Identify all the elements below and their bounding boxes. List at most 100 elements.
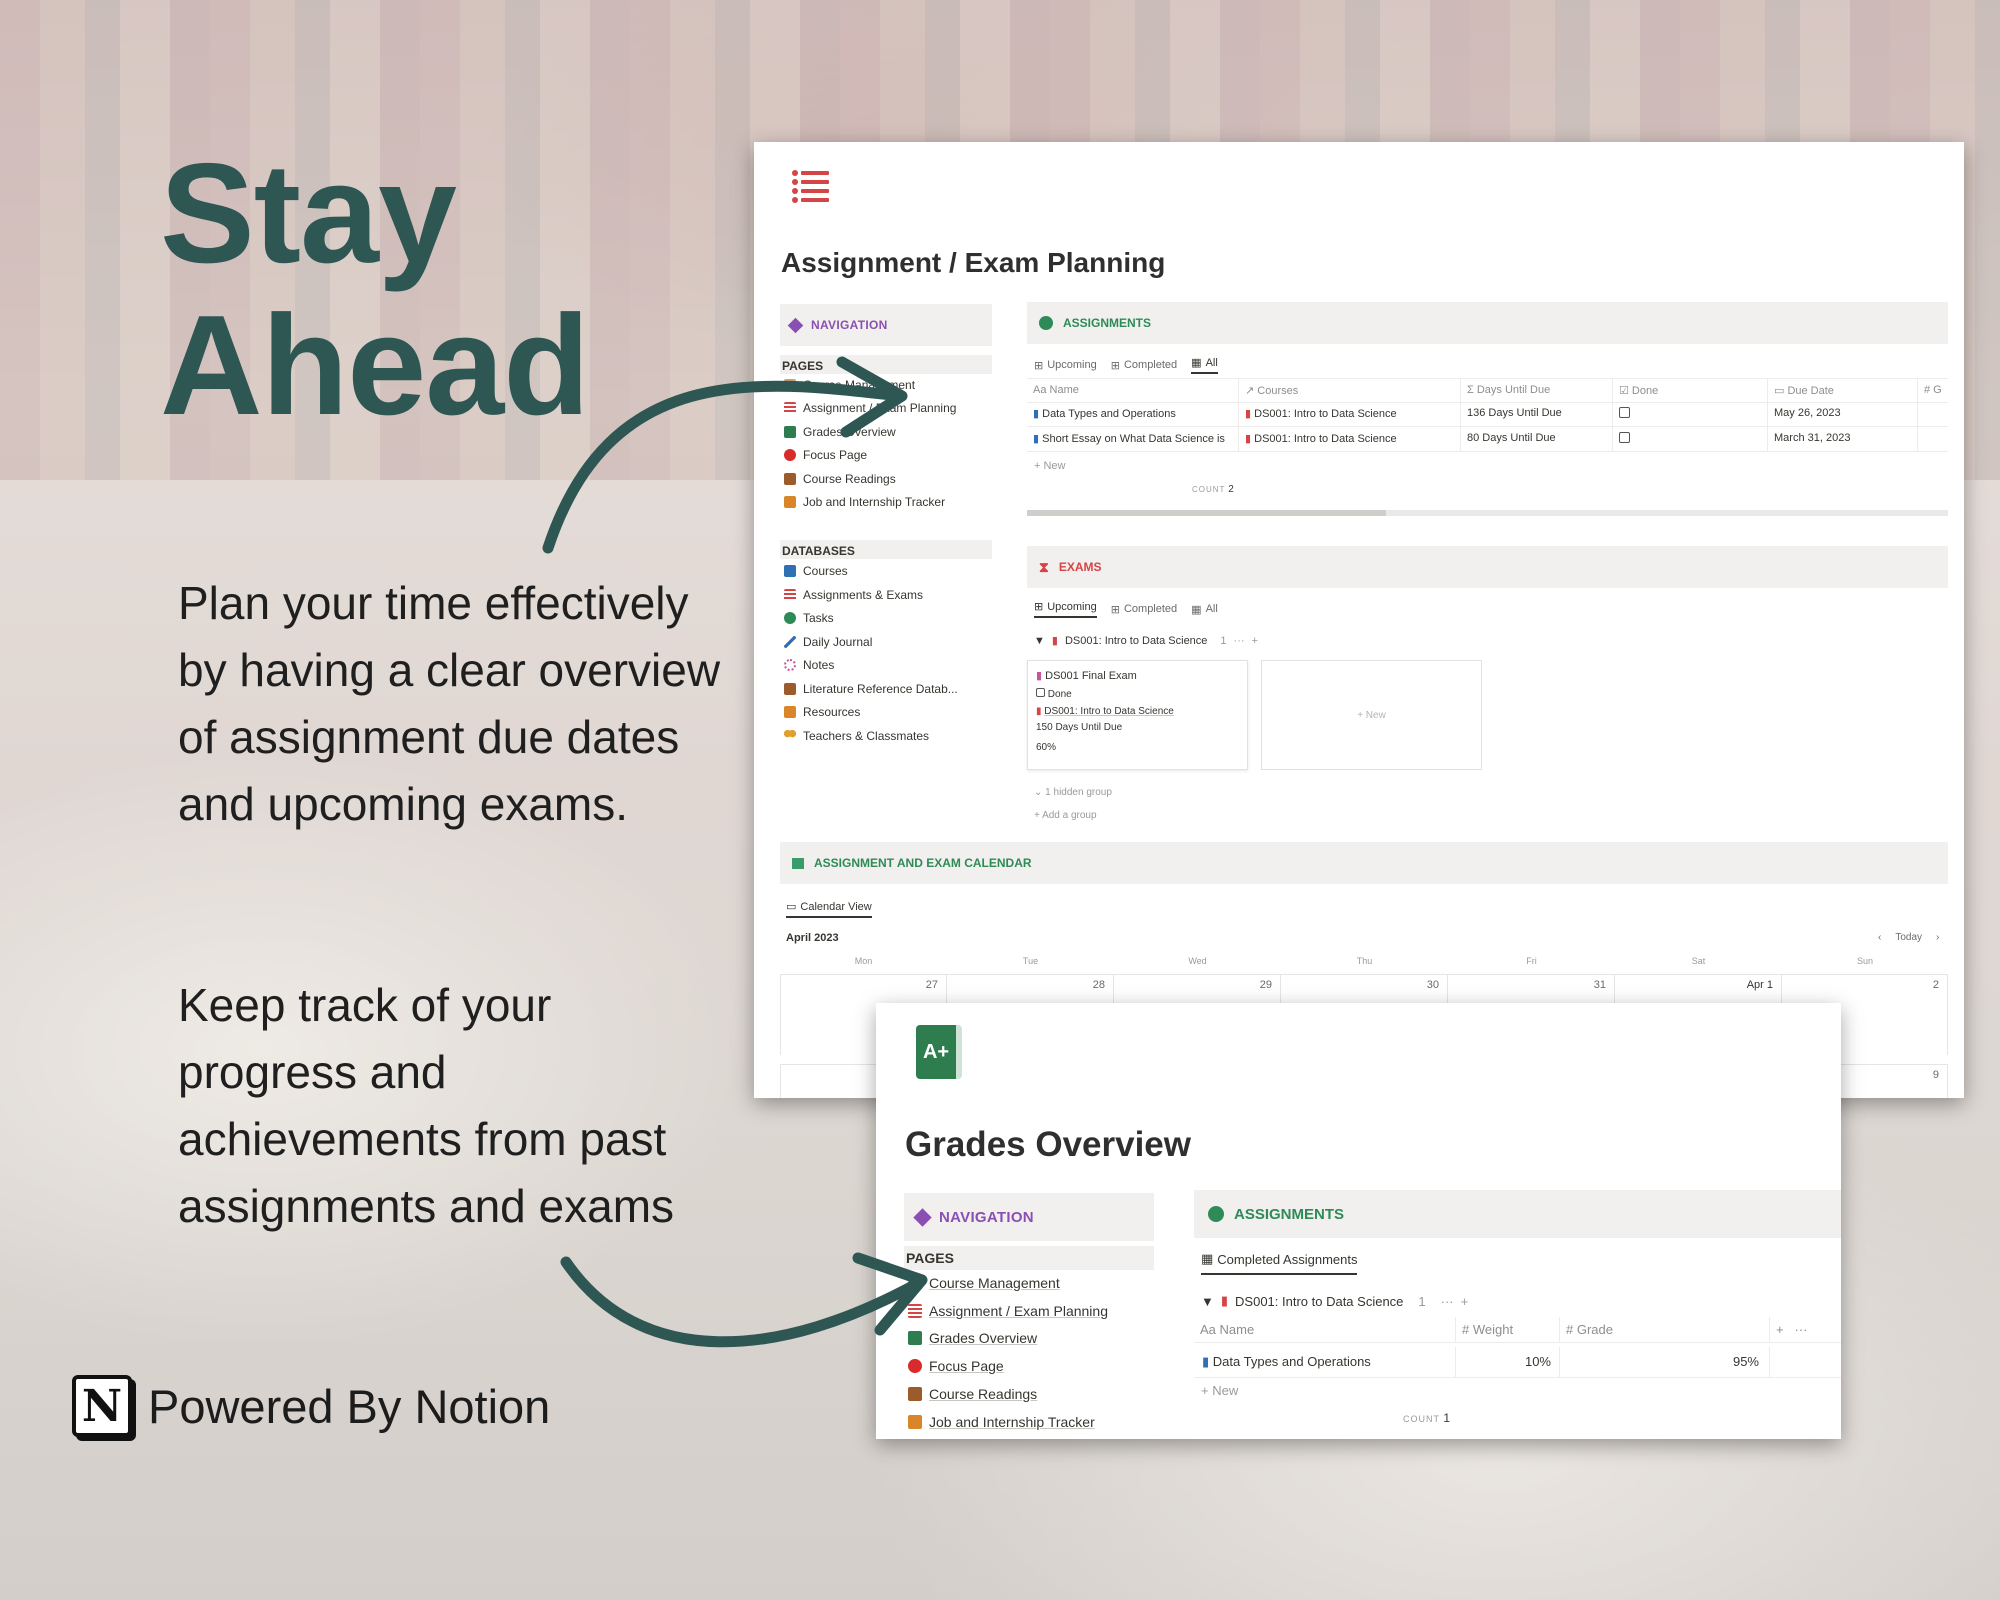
page-title: Grades Overview (905, 1125, 1191, 1164)
exam-group-header[interactable]: ▼ ▮ DS001: Intro to Data Science 1 ··· + (1034, 634, 1258, 648)
table-row[interactable]: ▮ Data Types and Operations ▮ DS001: Int… (1027, 402, 1948, 427)
new-card-button[interactable]: + New (1261, 660, 1482, 770)
tab-upcoming[interactable]: ⊞ Upcoming (1034, 356, 1097, 374)
sidebar-db-tasks[interactable]: Tasks (784, 611, 834, 625)
done-checkbox[interactable] (1036, 688, 1045, 697)
red-book-icon: ▮ (1036, 706, 1042, 717)
tab-completed[interactable]: ⊞ Completed (1111, 600, 1177, 618)
today-button[interactable]: Today (1895, 932, 1922, 943)
tab-label: Calendar View (800, 900, 872, 913)
sidebar-page-course-readings[interactable]: Course Readings (908, 1386, 1037, 1402)
tab-completed-assignments[interactable]: ▦ Completed Assignments (1201, 1251, 1358, 1275)
table-icon: ▦ (1191, 357, 1202, 369)
calendar-tabs: ▭ Calendar View (786, 900, 872, 918)
more-icon[interactable]: ··· (1794, 1322, 1807, 1337)
sidebar-page-course-readings[interactable]: Course Readings (784, 472, 896, 486)
plus-icon[interactable]: + (1776, 1322, 1784, 1337)
group-name: DS001: Intro to Data Science (1064, 634, 1208, 647)
horizontal-scrollbar[interactable] (1027, 510, 1948, 516)
col-done[interactable]: ☑ Done (1613, 379, 1768, 402)
sidebar-page-course-management[interactable]: Course Management (908, 1275, 1060, 1291)
sidebar-page-focus[interactable]: Focus Page (908, 1358, 1004, 1374)
exam-card[interactable]: ▮ DS001 Final Exam Done ▮ DS001: Intro t… (1027, 660, 1248, 770)
calendar-controls: ‹ Today › (1878, 932, 1939, 943)
calendar-weekday-header: Mon Tue Wed Thu Fri Sat Sun (780, 956, 1948, 966)
col-grade[interactable]: # G (1918, 379, 1948, 402)
sidebar-page-job-tracker[interactable]: Job and Internship Tracker (908, 1414, 1095, 1430)
exams-band[interactable]: ⧗ EXAMS (1027, 546, 1948, 588)
red-book-icon: ▮ (1051, 635, 1058, 647)
sidebar-item-label: Course Readings (803, 472, 896, 486)
group-name: DS001: Intro to Data Science (1235, 1293, 1404, 1309)
sidebar-db-assignments-exams[interactable]: Assignments & Exams (784, 588, 923, 602)
scrollbar-thumb[interactable] (1027, 510, 1387, 516)
col-name[interactable]: Aa Name (1027, 379, 1239, 402)
red-book-icon: ▮ (1245, 433, 1252, 445)
chevron-left-icon[interactable]: ‹ (1878, 932, 1881, 943)
hidden-group-toggle[interactable]: ⌄ 1 hidden group (1034, 787, 1112, 798)
count-footer: COUNT 1 (1403, 1411, 1450, 1425)
chevron-right-icon[interactable]: › (1936, 932, 1939, 943)
sidebar-db-daily-journal[interactable]: Daily Journal (784, 635, 872, 649)
sidebar-db-teachers[interactable]: Teachers & Classmates (784, 729, 929, 743)
tab-all[interactable]: ▦ All (1191, 356, 1218, 374)
assignment-exam-window: Assignment / Exam Planning NAVIGATION PA… (754, 142, 1964, 1098)
powered-by-notion: N Powered By Notion (72, 1375, 550, 1437)
assignments-band[interactable]: ASSIGNMENTS (1194, 1190, 1841, 1238)
col-grade[interactable]: # Grade (1560, 1317, 1770, 1342)
count-label: COUNT (1403, 1414, 1440, 1424)
col-weight[interactable]: # Weight (1456, 1317, 1560, 1342)
tab-calendar-view[interactable]: ▭ Calendar View (786, 900, 872, 918)
row-date: March 31, 2023 (1768, 427, 1918, 451)
sidebar-db-notes[interactable]: Notes (784, 658, 834, 672)
sidebar-page-course-management[interactable]: Course Management (784, 378, 915, 392)
weekday: Fri (1526, 956, 1537, 966)
col-name[interactable]: Aa Name (1194, 1317, 1456, 1342)
exams-tabs: ⊞ Upcoming ⊞ Completed ▦ All (1034, 600, 1218, 618)
sidebar-item-label: Grades Overview (803, 425, 896, 439)
sidebar-db-resources[interactable]: Resources (784, 705, 860, 719)
row-course[interactable]: DS001: Intro to Data Science (1254, 433, 1396, 445)
new-row-button[interactable]: + New (1034, 460, 1066, 472)
more-icon[interactable]: ··· (1441, 1294, 1454, 1309)
assignments-band[interactable]: ASSIGNMENTS (1027, 302, 1948, 344)
plus-icon[interactable]: + (1252, 635, 1258, 647)
col-courses[interactable]: ↗ Courses (1239, 379, 1461, 402)
sidebar-page-grades-overview[interactable]: Grades Overview (784, 425, 896, 439)
list-icon (908, 1304, 922, 1318)
col-due-date[interactable]: ▭ Due Date (1768, 379, 1918, 402)
col-days-until-due[interactable]: Σ Days Until Due (1461, 379, 1613, 402)
new-row-button[interactable]: + New (1201, 1383, 1238, 1398)
chevron-down-icon: ⌄ (1034, 787, 1043, 798)
sidebar-db-literature[interactable]: Literature Reference Datab... (784, 682, 958, 696)
sidebar-db-courses[interactable]: Courses (784, 564, 848, 578)
page-icon (908, 1276, 922, 1290)
sidebar-page-job-tracker[interactable]: Job and Internship Tracker (784, 495, 945, 509)
sidebar-page-grades-overview[interactable]: Grades Overview (908, 1330, 1037, 1346)
row-course[interactable]: DS001: Intro to Data Science (1254, 408, 1396, 420)
pages-label: PAGES (904, 1246, 1154, 1270)
tab-completed[interactable]: ⊞ Completed (1111, 356, 1177, 374)
calendar-band[interactable]: ASSIGNMENT AND EXAM CALENDAR (780, 842, 1948, 884)
assignments-tabs: ⊞ Upcoming ⊞ Completed ▦ All (1034, 356, 1218, 374)
diamond-icon (787, 317, 804, 333)
sidebar-page-assignment-planning[interactable]: Assignment / Exam Planning (784, 401, 956, 415)
card-course[interactable]: DS001: Intro to Data Science (1044, 706, 1174, 717)
plus-icon[interactable]: + (1461, 1294, 1469, 1309)
gallery-icon: ⊞ (1110, 603, 1120, 616)
navigation-header[interactable]: NAVIGATION (904, 1193, 1154, 1241)
done-checkbox[interactable] (1619, 432, 1630, 443)
sidebar-item-label: Course Management (803, 378, 916, 392)
page-icon (784, 379, 796, 391)
tab-upcoming[interactable]: ⊞ Upcoming (1034, 600, 1097, 618)
table-row[interactable]: ▮ Short Essay on What Data Science is ▮ … (1027, 427, 1948, 452)
tab-all[interactable]: ▦ All (1191, 600, 1218, 618)
grades-group-header[interactable]: ▼ ▮ DS001: Intro to Data Science 1 ··· + (1201, 1293, 1468, 1309)
more-icon[interactable]: ··· (1234, 635, 1245, 647)
sidebar-page-assignment-planning[interactable]: Assignment / Exam Planning (908, 1303, 1108, 1319)
add-group-button[interactable]: + Add a group (1034, 810, 1097, 821)
done-checkbox[interactable] (1619, 407, 1630, 418)
table-row[interactable]: ▮ Data Types and Operations 10% 95% (1194, 1347, 1841, 1378)
sidebar-page-focus[interactable]: Focus Page (784, 448, 867, 462)
navigation-header[interactable]: NAVIGATION (780, 304, 992, 346)
